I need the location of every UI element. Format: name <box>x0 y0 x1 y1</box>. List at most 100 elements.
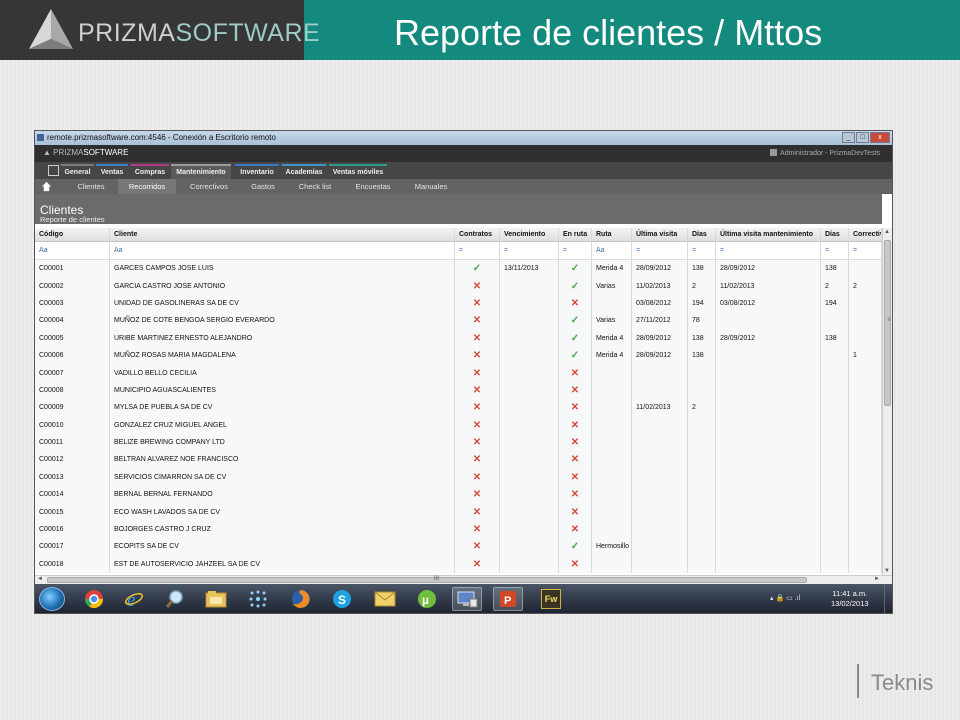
horizontal-scroll-thumb[interactable]: III <box>47 576 807 583</box>
system-tray[interactable]: ▴ 🔒 ▭ .ıl <box>770 594 800 602</box>
table-row[interactable]: C00006 MUÑOZ ROSAS MARIA MAGDALENA ✕ ✓ Merid… <box>35 346 882 365</box>
dots-app-icon[interactable] <box>243 587 273 611</box>
cross-icon: ✕ <box>570 506 580 518</box>
user-menu[interactable]: Administrador - PrizmaDevTests <box>770 149 880 157</box>
utorrent-icon[interactable]: µ <box>412 587 442 611</box>
vertical-scrollbar[interactable]: ▲ ≡ ▼ <box>882 228 892 575</box>
table-row[interactable]: C00002 GARCIA CASTRO JOSE ANTONIO ✕ ✓ Varias… <box>35 277 882 295</box>
menu-mantenimiento[interactable]: Mantenimiento <box>171 164 231 179</box>
scroll-down-icon[interactable]: ▼ <box>884 568 890 574</box>
remote-desktop-icon[interactable] <box>452 587 482 611</box>
table-row[interactable]: C00003 UNIDAD DE GASOLINERAS SA DE CV ✕ ✕ 03… <box>35 294 882 313</box>
menu-inventario[interactable]: Inventario <box>235 164 279 179</box>
ie-icon[interactable]: e <box>119 587 149 611</box>
filter-contracts[interactable]: = <box>455 242 500 259</box>
close-button[interactable]: x <box>870 132 890 143</box>
firefox-icon[interactable] <box>286 587 316 611</box>
tab-check-list[interactable]: Check list <box>287 179 343 194</box>
outlook-icon[interactable] <box>370 587 400 611</box>
cell-client: BERNAL BERNAL FERNANDO <box>110 486 455 504</box>
header-client[interactable]: Cliente <box>110 228 455 241</box>
vertical-scroll-thumb[interactable]: ≡ <box>884 240 891 406</box>
scroll-left-icon[interactable]: ◄ <box>37 576 43 582</box>
cell-maint-days <box>821 399 849 417</box>
filter-corrective[interactable]: = <box>849 242 882 259</box>
header-days[interactable]: Días <box>688 228 716 241</box>
scroll-up-icon[interactable]: ▲ <box>884 229 890 235</box>
header-route[interactable]: Ruta <box>592 228 632 241</box>
table-row[interactable]: C00010 GONZALEZ CRUZ MIGUEL ANGEL ✕ ✕ <box>35 416 882 434</box>
chrome-icon[interactable] <box>79 587 109 611</box>
table-row[interactable]: C00007 VADILLO BELLO CECILIA ✕ ✕ <box>35 364 882 382</box>
table-row[interactable]: C00017 ECOPITS SA DE CV ✕ ✓ Hermosillo <box>35 538 882 556</box>
table-row[interactable]: C00004 MUÑOZ DE COTE BENGOA SERGIO EVERAR… <box>35 312 882 330</box>
cell-code: C00012 <box>35 451 110 469</box>
horizontal-scrollbar[interactable]: ◄ III ► <box>35 575 892 584</box>
check-icon: ✓ <box>570 332 580 344</box>
menu-general[interactable]: General <box>61 164 94 179</box>
header-expiry[interactable]: Vencimiento <box>500 228 559 241</box>
search-app-icon[interactable] <box>160 587 190 611</box>
table-row[interactable]: C00016 BOJORGES CASTRO J CRUZ ✕ ✕ <box>35 520 882 539</box>
minimize-button[interactable]: _ <box>842 132 855 143</box>
table-row[interactable]: C00018 EST DE AUTOSERVICIO JAHZEEL SA DE … <box>35 555 882 574</box>
cell-route: Hermosillo <box>592 538 632 556</box>
filter-maint-days[interactable]: = <box>821 242 849 259</box>
table-row[interactable]: C00014 BERNAL BERNAL FERNANDO ✕ ✕ <box>35 486 882 504</box>
cube-icon[interactable] <box>48 165 59 176</box>
header-corrective[interactable]: Correctiv <box>849 228 882 241</box>
filter-on-route[interactable]: = <box>559 242 592 259</box>
header-on-route[interactable]: En ruta <box>559 228 592 241</box>
table-row[interactable]: C00008 MUNICIPIO AGUASCALIENTES ✕ ✕ <box>35 381 882 400</box>
tab-recorridos[interactable]: Recorridos <box>118 179 176 194</box>
home-icon[interactable] <box>41 181 52 192</box>
tab-encuestas[interactable]: Encuestas <box>345 179 401 194</box>
tab-gastos[interactable]: Gastos <box>242 179 284 194</box>
cell-route <box>592 416 632 434</box>
header-last-visit[interactable]: Última visita <box>632 228 688 241</box>
cross-icon: ✕ <box>472 402 482 414</box>
filter-client[interactable]: Aa <box>110 242 455 259</box>
table-row[interactable]: C00013 SERVICIOS CIMARRON SA DE CV ✕ ✕ <box>35 468 882 487</box>
menu-ventas[interactable]: Ventas <box>96 164 128 179</box>
scroll-right-icon[interactable]: ► <box>874 576 880 582</box>
cell-expiry <box>500 451 559 469</box>
header-code[interactable]: Código <box>35 228 110 241</box>
filter-last-maint-visit[interactable]: = <box>716 242 821 259</box>
skype-icon[interactable]: S <box>327 587 357 611</box>
taskbar-clock[interactable]: 11:41 a.m. 13/02/2013 <box>831 589 869 609</box>
table-row[interactable]: C00012 BELTRAN ALVAREZ NOE FRANCISCO ✕ ✕ <box>35 451 882 469</box>
filter-expiry[interactable]: = <box>500 242 559 259</box>
tab-manuales[interactable]: Manuales <box>403 179 459 194</box>
section-subtitle: Reporte de clientes <box>40 215 105 224</box>
cell-code: C00001 <box>35 260 110 278</box>
table-row[interactable]: C00015 ECO WASH LAVADOS SA DE CV ✕ ✕ <box>35 503 882 521</box>
menu-academias[interactable]: Academias <box>282 164 326 179</box>
filter-route[interactable]: Aa <box>592 242 632 259</box>
explorer-icon[interactable] <box>201 587 231 611</box>
start-button[interactable] <box>39 587 65 611</box>
cell-last-visit: 03/08/2012 <box>632 294 688 313</box>
cell-last-maint-visit <box>716 503 821 521</box>
tab-correctivos[interactable]: Correctivos <box>178 179 240 194</box>
table-row[interactable]: C00001 GARCES CAMPOS JOSE LUIS ✓ 13/11/2013… <box>35 260 882 278</box>
maximize-button[interactable]: □ <box>856 132 869 143</box>
show-desktop-button[interactable] <box>884 584 892 613</box>
filter-last-visit[interactable]: = <box>632 242 688 259</box>
tab-clientes[interactable]: Clientes <box>65 179 117 194</box>
header-maint-days[interactable]: Días <box>821 228 849 241</box>
filter-code[interactable]: Aa <box>35 242 110 259</box>
filter-days[interactable]: = <box>688 242 716 259</box>
table-row[interactable]: C00011 BELIZE BREWING COMPANY LTD ✕ ✕ <box>35 433 882 452</box>
table-row[interactable]: C00009 MYLSA DE PUEBLA SA DE CV ✕ ✕ 11/02/20… <box>35 399 882 417</box>
cell-last-visit <box>632 468 688 487</box>
fireworks-icon[interactable]: Fw <box>536 587 566 611</box>
cell-contracts: ✕ <box>455 468 500 487</box>
header-contracts[interactable]: Contratos <box>455 228 500 241</box>
header-last-maint-visit[interactable]: Última visita mantenimiento <box>716 228 821 241</box>
table-row[interactable]: C00005 URIBE MARTINEZ ERNESTO ALEJANDRO ✕ ✓… <box>35 329 882 347</box>
menu-compras[interactable]: Compras <box>131 164 169 179</box>
menu-ventas-moviles[interactable]: Ventas móviles <box>329 164 387 179</box>
powerpoint-icon[interactable]: P <box>493 587 523 611</box>
cell-contracts: ✕ <box>455 416 500 434</box>
